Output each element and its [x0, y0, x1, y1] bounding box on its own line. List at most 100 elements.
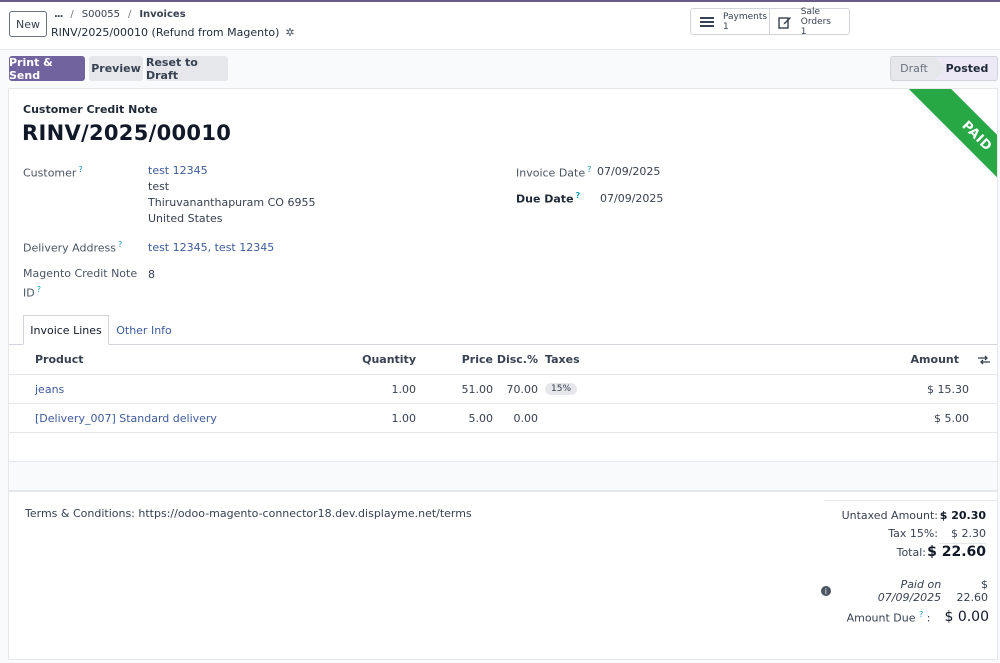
help-icon[interactable]: ?: [587, 165, 591, 174]
breadcrumb-invoices-link[interactable]: Invoices: [139, 9, 185, 20]
list-icon: [699, 14, 715, 30]
invoice-date-field[interactable]: 07/09/2025: [597, 165, 660, 178]
amount-due-label-text: Amount Due: [846, 611, 916, 625]
line-discount: 70.00: [506, 382, 539, 396]
amount-due-value: $ 0.00: [944, 609, 989, 625]
line-taxes: 15%: [545, 375, 578, 403]
line-amount: $ 15.30: [927, 382, 969, 396]
line-price: 51.00: [461, 382, 494, 396]
amount-due-row: Amount Due ? : $ 0.00: [839, 609, 989, 625]
breadcrumb-separator: /: [70, 9, 74, 20]
column-header-price[interactable]: Price: [439, 345, 493, 374]
status-bar: Draft Posted: [890, 56, 998, 81]
terms-and-conditions[interactable]: Terms & Conditions: https://odoo-magento…: [25, 507, 472, 520]
line-quantity: 1.00: [391, 411, 417, 425]
empty-table-row: [9, 433, 997, 462]
status-posted[interactable]: Posted: [935, 57, 997, 80]
tax-label: Tax 15%:: [888, 527, 938, 540]
document-type-label: Customer Credit Note: [23, 103, 158, 116]
customer-field[interactable]: test 12345 test Thiruvananthapuram CO 69…: [148, 163, 315, 227]
table-row[interactable]: [Delivery_007] Standard delivery 1.00 5.…: [9, 404, 997, 433]
help-icon[interactable]: ?: [576, 191, 581, 200]
customer-address-line: United States: [148, 212, 223, 225]
column-header-amount[interactable]: Amount: [879, 345, 959, 374]
customer-address-line: test: [148, 180, 170, 193]
tax-totals: Untaxed Amount: $ 20.30 Tax 15%: $ 2.30 …: [824, 500, 997, 560]
breadcrumb-more-button[interactable]: ...: [54, 9, 63, 20]
help-icon[interactable]: ?: [118, 240, 122, 249]
delivery-address-label-text: Delivery Address: [23, 241, 116, 255]
record-title-text: RINV/2025/00010 (Refund from Magento): [51, 26, 280, 39]
gear-icon[interactable]: ✲: [285, 26, 294, 39]
customer-label-text: Customer: [23, 166, 77, 180]
footer-divider: [9, 491, 997, 492]
line-product[interactable]: jeans: [35, 375, 64, 403]
line-product[interactable]: [Delivery_007] Standard delivery: [35, 404, 217, 432]
reset-to-draft-button[interactable]: Reset to Draft: [146, 56, 228, 82]
due-date-label: Due Date?: [516, 191, 580, 206]
form-sheet: PAID Customer Credit Note RINV/2025/0001…: [8, 88, 998, 660]
help-icon[interactable]: ?: [919, 610, 923, 619]
payment-line: i Paid on 07/09/2025 $ 22.60: [821, 578, 988, 604]
status-draft[interactable]: Draft: [891, 57, 937, 80]
magento-credit-note-value[interactable]: 8: [148, 268, 155, 281]
document-name: RINV/2025/00010: [22, 121, 232, 145]
due-date-field[interactable]: 07/09/2025: [600, 192, 663, 205]
record-title: RINV/2025/00010 (Refund from Magento) ✲: [51, 26, 295, 39]
tab-other-info[interactable]: Other Info: [109, 315, 179, 345]
paid-amount: $ 22.60: [956, 578, 989, 604]
line-quantity: 1.00: [391, 382, 417, 396]
sale-orders-smart-button[interactable]: Sale Orders 1: [769, 7, 850, 37]
tax-row: Tax 15%: $ 2.30: [824, 527, 986, 540]
sale-orders-smart-button-text: Sale Orders 1: [801, 7, 849, 37]
print-send-button[interactable]: Print & Send: [9, 56, 85, 82]
untaxed-amount-label: Untaxed Amount:: [841, 509, 938, 522]
magento-credit-note-label: Magento Credit Note ID?: [23, 266, 137, 302]
customer-label: Customer?: [23, 165, 83, 180]
sale-orders-count: 1: [800, 26, 807, 37]
paid-ribbon: PAID: [882, 89, 997, 204]
delivery-address-link[interactable]: test 12345, test 12345: [148, 241, 274, 254]
breadcrumb-order-link[interactable]: S00055: [82, 9, 120, 20]
table-row[interactable]: jeans 1.00 51.00 70.00 15% $ 15.30: [9, 375, 997, 404]
tax-badge: 15%: [545, 383, 578, 395]
column-header-quantity[interactable]: Quantity: [339, 345, 416, 374]
total-label: Total:: [896, 545, 926, 559]
sale-orders-label: Sale Orders: [800, 6, 831, 27]
magento-label-line2: ID: [23, 286, 35, 300]
line-amount: $ 5.00: [934, 411, 969, 425]
line-price: 5.00: [468, 411, 494, 425]
new-button[interactable]: New: [9, 11, 47, 37]
column-header-taxes[interactable]: Taxes: [545, 345, 580, 374]
edit-icon: [778, 14, 793, 30]
tax-value: $ 2.30: [951, 527, 986, 540]
untaxed-amount-row: Untaxed Amount: $ 20.30: [824, 509, 986, 522]
paid-ribbon-label: PAID: [906, 89, 997, 204]
notebook-tabs: Invoice Lines Other Info: [9, 315, 997, 345]
column-header-discount[interactable]: Disc.%: [497, 345, 538, 374]
breadcrumb: ... / S00055 / Invoices: [54, 9, 186, 20]
total-value: $ 22.60: [927, 544, 986, 560]
customer-address-line: Thiruvananthapuram CO 6955: [148, 196, 316, 209]
paid-on-text: Paid on 07/09/2025: [877, 578, 942, 604]
column-header-product[interactable]: Product: [35, 345, 84, 374]
amount-due-label: Amount Due ? :: [846, 609, 931, 625]
invoice-date-label-text: Invoice Date: [516, 166, 586, 180]
optional-columns-icon[interactable]: [977, 345, 991, 374]
info-icon[interactable]: i: [821, 586, 831, 596]
invoice-date-label: Invoice Date?: [516, 165, 591, 180]
payments-smart-button[interactable]: Payments 1: [690, 8, 770, 35]
due-date-label-text: Due Date: [516, 192, 574, 206]
payments-count: 1: [723, 21, 729, 32]
breadcrumb-separator: /: [127, 9, 132, 20]
preview-button[interactable]: Preview: [89, 56, 143, 81]
payments-label: Payments: [723, 11, 768, 22]
control-panel-header: New ... / S00055 / Invoices RINV/2025/00…: [0, 2, 1000, 50]
tab-invoice-lines[interactable]: Invoice Lines: [23, 315, 109, 345]
payments-smart-button-text: Payments 1: [723, 12, 767, 32]
total-row: Total: $ 22.60: [824, 544, 986, 560]
customer-name-link[interactable]: test 12345: [148, 163, 315, 179]
help-icon[interactable]: ?: [37, 285, 41, 294]
help-icon[interactable]: ?: [78, 165, 82, 174]
delivery-address-label: Delivery Address?: [23, 240, 122, 255]
